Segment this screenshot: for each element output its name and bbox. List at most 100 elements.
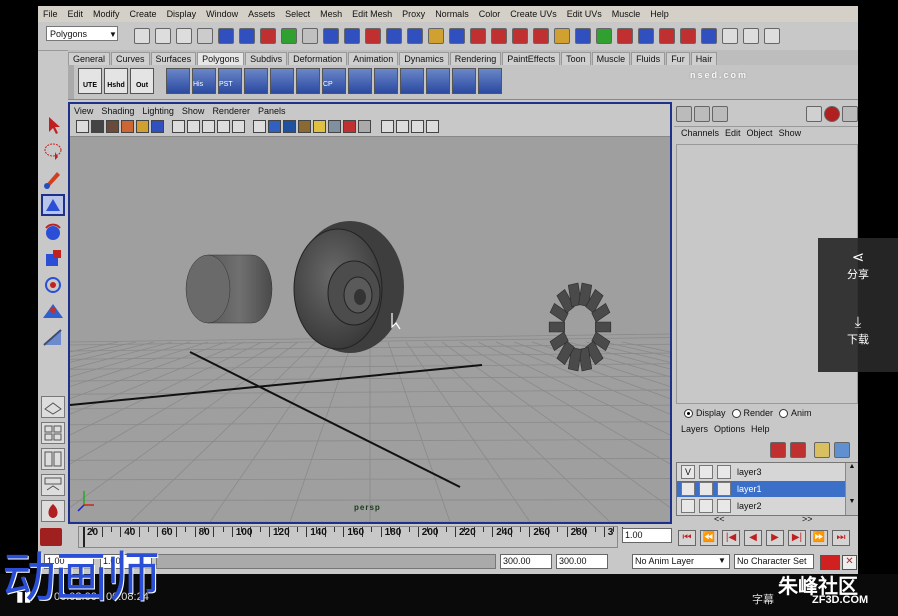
- show-manipulator-icon[interactable]: [41, 326, 65, 348]
- range-bar[interactable]: [156, 554, 496, 569]
- viewport-toolbar-icon[interactable]: [396, 120, 409, 133]
- viewport-toolbar-icon[interactable]: [187, 120, 200, 133]
- snap-point-icon[interactable]: [344, 28, 360, 44]
- viewport-toolbar-icon[interactable]: [136, 120, 149, 133]
- rotate-tool-icon[interactable]: [41, 222, 65, 244]
- snap-plane-icon[interactable]: [365, 28, 381, 44]
- time-ruler[interactable]: 20 40 60 80 100 120 140 160 180 200 220 240 260 280 3: [78, 526, 624, 548]
- layer-playback-toggle[interactable]: [699, 499, 713, 513]
- go-to-start-icon[interactable]: ⏮: [678, 530, 696, 546]
- tool-settings-toggle-icon[interactable]: [712, 106, 728, 122]
- shelf-tab[interactable]: Rendering: [449, 52, 502, 65]
- shelf-button[interactable]: PST: [218, 68, 242, 94]
- viewport-toolbar-icon[interactable]: [268, 120, 281, 133]
- channel-box-menu-item[interactable]: Show: [776, 128, 805, 138]
- scroll-up-icon[interactable]: ▲: [846, 463, 858, 470]
- shelf-button[interactable]: Hshd: [104, 68, 128, 94]
- viewport-toolbar-icon[interactable]: [411, 120, 424, 133]
- camera-icon[interactable]: [596, 28, 612, 44]
- ipr-render-icon[interactable]: [449, 28, 465, 44]
- shelf-tab[interactable]: Deformation: [288, 52, 348, 65]
- new-scene-icon[interactable]: [134, 28, 150, 44]
- layer-row[interactable]: layer1: [677, 481, 845, 497]
- transform-icon[interactable]: [722, 28, 738, 44]
- shelf-button[interactable]: His: [192, 68, 216, 94]
- layer-mode-radio[interactable]: Display: [678, 408, 726, 418]
- cube-icon[interactable]: [680, 28, 696, 44]
- snap-curve-icon[interactable]: [323, 28, 339, 44]
- play-backward-icon[interactable]: ◀: [744, 530, 762, 546]
- viewport-toolbar-icon[interactable]: [283, 120, 296, 133]
- shelf-tab[interactable]: Polygons: [197, 52, 245, 65]
- menu-item[interactable]: Create UVs: [505, 9, 562, 19]
- viewport-toolbar-icon[interactable]: [298, 120, 311, 133]
- layer-menu-item[interactable]: Options: [711, 424, 748, 434]
- layer-menu-item[interactable]: Layers: [678, 424, 711, 434]
- history-icon[interactable]: [407, 28, 423, 44]
- layer-visibility-toggle[interactable]: [681, 482, 695, 496]
- viewport-toolbar-icon[interactable]: [76, 120, 89, 133]
- layer-color-swatch[interactable]: [717, 465, 731, 479]
- step-back-key-icon[interactable]: ⏪: [700, 530, 718, 546]
- shelf-tab[interactable]: Toon: [561, 52, 591, 65]
- viewport-toolbar-icon[interactable]: [121, 120, 134, 133]
- render-layer-icon[interactable]: [834, 442, 850, 458]
- anim-layer-dropdown[interactable]: No Anim Layer: [632, 554, 730, 569]
- viewport-menu-item[interactable]: Panels: [254, 106, 290, 116]
- viewport-toolbar-icon[interactable]: [91, 120, 104, 133]
- scroll-down-icon[interactable]: ▼: [846, 498, 858, 505]
- channel-box-menu-item[interactable]: Edit: [722, 128, 744, 138]
- viewport-toolbar-icon[interactable]: [232, 120, 245, 133]
- four-pane-layout-icon[interactable]: [41, 422, 65, 444]
- shelf-button[interactable]: [244, 68, 268, 94]
- modeling-toolkit-icon[interactable]: [842, 106, 858, 122]
- channel-box-menu-item[interactable]: Object: [744, 128, 776, 138]
- render-settings-icon[interactable]: [470, 28, 486, 44]
- menu-item[interactable]: Normals: [430, 9, 474, 19]
- select-component-icon[interactable]: [239, 28, 255, 44]
- render-icon[interactable]: [806, 106, 822, 122]
- layer-visibility-toggle[interactable]: V: [681, 465, 695, 479]
- layer-mode-radio[interactable]: Render: [726, 408, 773, 418]
- viewport-menu-item[interactable]: Show: [178, 106, 209, 116]
- step-forward-frame-icon[interactable]: ▶|: [788, 530, 806, 546]
- attribute-editor-toggle-icon[interactable]: [694, 106, 710, 122]
- viewport-toolbar-icon[interactable]: [217, 120, 230, 133]
- hypershade-layout-icon[interactable]: [41, 500, 65, 522]
- menu-set-selector[interactable]: Polygons: [46, 26, 118, 41]
- shelf-button[interactable]: [400, 68, 424, 94]
- shelf-tab[interactable]: Muscle: [591, 52, 631, 65]
- lasso-tool-icon[interactable]: [41, 140, 65, 162]
- cylinder-mesh[interactable]: [185, 254, 273, 324]
- shelf-button[interactable]: Out: [130, 68, 154, 94]
- layer-playback-toggle[interactable]: [699, 482, 713, 496]
- new-layer-selected-icon[interactable]: [790, 442, 806, 458]
- sphere-icon[interactable]: [659, 28, 675, 44]
- menu-item[interactable]: Color: [474, 9, 506, 19]
- two-pane-layout-icon[interactable]: [41, 448, 65, 470]
- select-tool-icon[interactable]: [41, 114, 65, 136]
- viewport-toolbar-icon[interactable]: [328, 120, 341, 133]
- shelf-tab[interactable]: General: [68, 52, 111, 65]
- paint-select-tool-icon[interactable]: [41, 168, 65, 190]
- universal-manip-icon[interactable]: [41, 274, 65, 296]
- menu-item[interactable]: Edit: [63, 9, 89, 19]
- subtitle-button[interactable]: 字幕: [752, 591, 774, 607]
- menu-item[interactable]: Help: [645, 9, 674, 19]
- gear-segment[interactable]: [595, 321, 612, 333]
- menu-item[interactable]: Select: [280, 9, 315, 19]
- layer-row[interactable]: Vlayer3: [677, 464, 845, 480]
- input-icon[interactable]: [638, 28, 654, 44]
- shelf-button[interactable]: CP: [322, 68, 346, 94]
- lock-selection-icon[interactable]: [260, 28, 276, 44]
- viewport-toolbar-icon[interactable]: [343, 120, 356, 133]
- shelf-button[interactable]: [166, 68, 190, 94]
- shelf-tab[interactable]: Dynamics: [399, 52, 449, 65]
- step-forward-key-icon[interactable]: ⏩: [810, 530, 828, 546]
- shelf-handle[interactable]: [68, 65, 74, 99]
- viewport-menu-item[interactable]: Lighting: [138, 106, 178, 116]
- layer-color-swatch[interactable]: [717, 482, 731, 496]
- layer-playback-toggle[interactable]: [699, 465, 713, 479]
- character-set-dropdown[interactable]: No Character Set: [734, 554, 814, 569]
- scale-tool-icon[interactable]: [41, 248, 65, 270]
